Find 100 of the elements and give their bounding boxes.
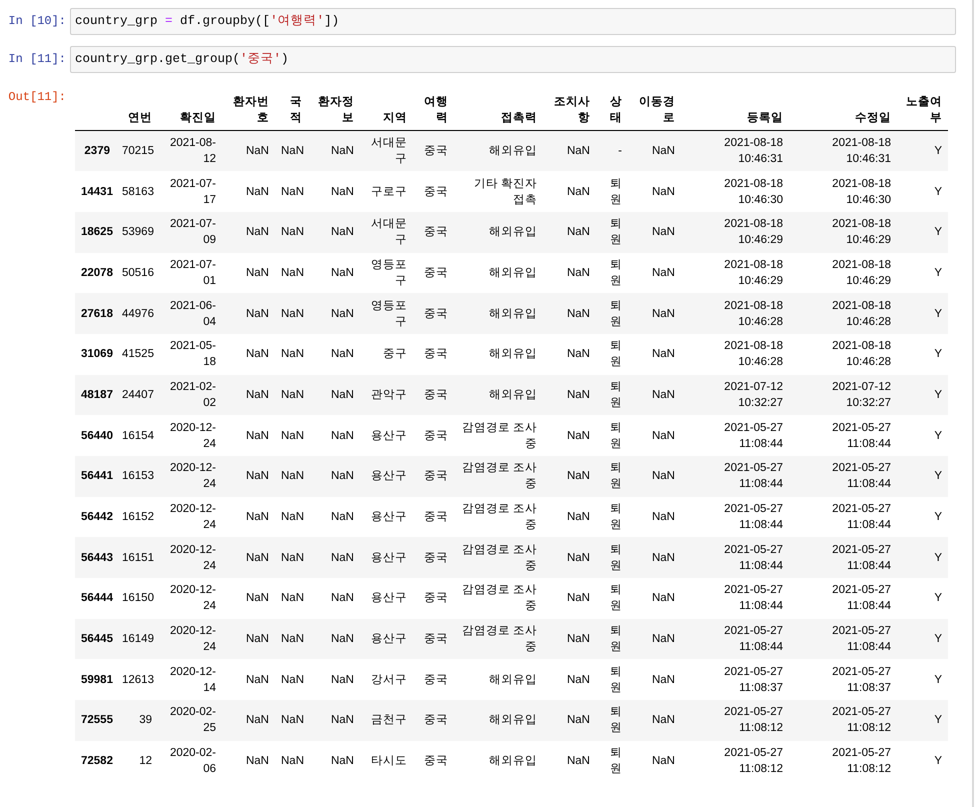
table-cell: Y	[897, 334, 948, 375]
row-index: 56445	[75, 618, 116, 660]
table-cell: 중국	[413, 252, 454, 294]
table-cell: 기타 확진자 접촉	[454, 171, 543, 212]
table-cell: 2021-08-18 10:46:29	[789, 252, 897, 294]
table-cell: NaN	[308, 659, 360, 700]
table-cell: NaN	[543, 537, 596, 578]
input-prompt: In [11]:	[7, 51, 67, 68]
row-index: 56440	[75, 415, 116, 456]
table-cell: 16153	[116, 456, 158, 497]
table-cell: 44976	[116, 293, 158, 334]
table-cell: 16152	[116, 496, 158, 538]
code-input[interactable]: country_grp.get_group('중국')	[70, 46, 956, 73]
table-cell: Y	[897, 740, 948, 782]
table-cell: Y	[897, 618, 948, 660]
table-cell: 영등포구	[360, 293, 413, 334]
table-cell: 2021-05-27 11:08:44	[681, 618, 789, 660]
table-cell: 퇴원	[596, 537, 628, 578]
table-cell: 2021-05-27 11:08:44	[681, 456, 789, 497]
table-cell: 서대문구	[360, 130, 413, 172]
input-prompt: In [10]:	[7, 13, 67, 30]
table-cell: 2021-05-27 11:08:44	[789, 578, 897, 619]
table-cell: 강서구	[360, 659, 413, 700]
table-cell: 12613	[116, 659, 158, 700]
table-cell: NaN	[222, 415, 275, 456]
table-cell: 서대문구	[360, 212, 413, 253]
table-cell: NaN	[308, 252, 360, 294]
table-cell: NaN	[543, 293, 596, 334]
table-cell: 퇴원	[596, 171, 628, 212]
table-cell: 중국	[413, 293, 454, 334]
table-cell: 구로구	[360, 171, 413, 212]
table-cell: 2021-05-27 11:08:44	[681, 415, 789, 456]
table-cell: 용산구	[360, 496, 413, 538]
table-cell: 2021-08-18 10:46:29	[681, 212, 789, 253]
table-cell: NaN	[308, 171, 360, 212]
table-cell: 2021-05-27 11:08:44	[681, 537, 789, 578]
table-cell: 용산구	[360, 537, 413, 578]
code-input[interactable]: country_grp = df.groupby(['여행력'])	[70, 8, 956, 35]
table-cell: NaN	[275, 252, 308, 294]
table-cell: NaN	[275, 334, 308, 375]
table-cell: NaN	[543, 252, 596, 294]
table-cell: 중국	[413, 415, 454, 456]
table-cell: NaN	[275, 415, 308, 456]
table-cell: 중국	[413, 456, 454, 497]
row-index: 48187	[75, 374, 116, 416]
table-cell: NaN	[275, 130, 308, 172]
table-cell: NaN	[628, 740, 681, 782]
table-cell: 2021-08-18 10:46:28	[789, 334, 897, 375]
table-cell: 24407	[116, 374, 158, 416]
table-cell: 중국	[413, 740, 454, 782]
table-cell: NaN	[275, 537, 308, 578]
table-cell: Y	[897, 659, 948, 700]
table-cell: NaN	[222, 537, 275, 578]
table-cell: 중국	[413, 334, 454, 375]
table-cell: 2020-12-24	[158, 415, 222, 456]
table-cell: NaN	[275, 659, 308, 700]
table-cell: 2020-02-25	[158, 700, 222, 741]
row-index: 14431	[75, 171, 116, 212]
table-cell: 퇴원	[596, 659, 628, 700]
table-cell: 퇴원	[596, 618, 628, 660]
table-cell: 2021-07-09	[158, 212, 222, 253]
table-cell: 퇴원	[596, 740, 628, 782]
table-cell: NaN	[308, 618, 360, 660]
table-cell: 2021-06-04	[158, 293, 222, 334]
table-cell: NaN	[308, 740, 360, 782]
table-cell: 2021-05-27 11:08:44	[681, 496, 789, 538]
table-cell: 퇴원	[596, 252, 628, 294]
table-cell: 용산구	[360, 456, 413, 497]
row-index: 18625	[75, 212, 116, 253]
table-cell: NaN	[628, 293, 681, 334]
row-index: 72555	[75, 700, 116, 741]
table-cell: 중국	[413, 496, 454, 538]
table-cell: 중국	[413, 700, 454, 741]
table-cell: 2020-02-06	[158, 740, 222, 782]
table-cell: Y	[897, 374, 948, 416]
table-cell: NaN	[543, 212, 596, 253]
table-cell: 2021-05-27 11:08:12	[681, 700, 789, 741]
output-prompt: Out[11]:	[7, 89, 67, 106]
table-cell: NaN	[308, 456, 360, 497]
table-cell: Y	[897, 537, 948, 578]
table-cell: NaN	[222, 171, 275, 212]
table-cell: 2021-07-17	[158, 171, 222, 212]
table-cell: NaN	[222, 374, 275, 416]
table-cell: 퇴원	[596, 293, 628, 334]
table-cell: 중국	[413, 618, 454, 660]
table-cell: NaN	[222, 496, 275, 538]
table-cell: NaN	[275, 456, 308, 497]
table-cell: 해외유입	[454, 374, 543, 416]
table-cell: 중국	[413, 578, 454, 619]
table-cell: NaN	[275, 171, 308, 212]
scrollbar[interactable]	[972, 0, 974, 807]
table-cell: NaN	[628, 456, 681, 497]
table-cell: 해외유입	[454, 252, 543, 294]
table-cell: NaN	[543, 334, 596, 375]
table-cell: NaN	[308, 293, 360, 334]
table-cell: 2021-02-02	[158, 374, 222, 416]
table-cell: NaN	[543, 700, 596, 741]
table-cell: 2021-08-18 10:46:28	[681, 334, 789, 375]
table-cell: NaN	[543, 659, 596, 700]
table-cell: 2021-05-27 11:08:44	[789, 496, 897, 538]
